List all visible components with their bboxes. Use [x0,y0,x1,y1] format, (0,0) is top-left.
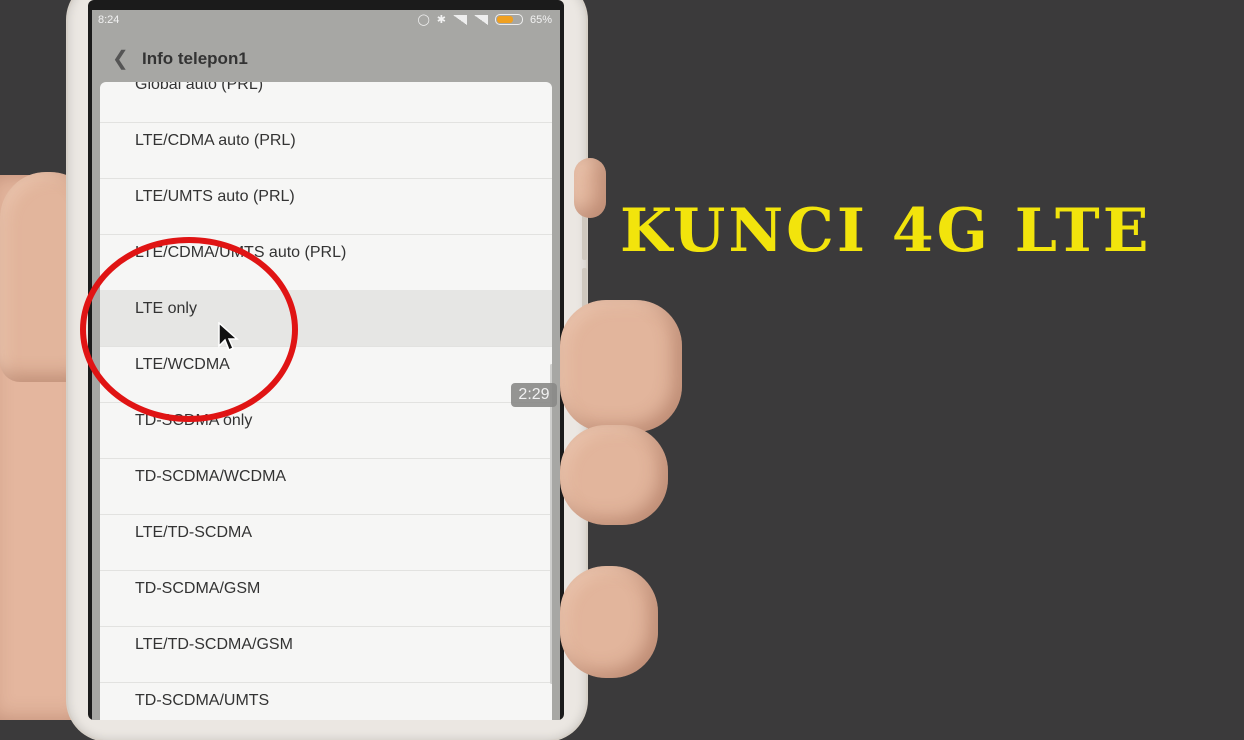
finger-ring [560,566,658,678]
list-item-label: TD-SCDMA/UMTS [135,692,270,709]
list-item-label: LTE/CDMA auto (PRL) [135,132,296,149]
list-item-label: TD-SCDMA/GSM [135,580,261,597]
page-title: Info telepon1 [142,49,248,68]
headline-text: KUNCI 4G LTE [620,196,1152,266]
finger-index [560,300,682,432]
list-item[interactable]: LTE/UMTS auto (PRL) [100,178,552,235]
list-item[interactable]: TD-SCDMA/UMTS [100,682,552,720]
list-item[interactable]: TD-SCDMA/WCDMA [100,458,552,515]
back-arrow-icon[interactable]: ❮ [112,46,129,71]
list-item[interactable]: LTE/TD-SCDMA [100,514,552,571]
finger-tip-top [574,158,606,218]
app-header: ❮ Info telepon1 [92,32,560,84]
list-item-label: Global auto (PRL) [135,82,264,93]
status-time: 8:24 [98,14,120,26]
list-item[interactable]: TD-SCDMA/GSM [100,570,552,627]
signal-icon-2 [473,14,488,25]
scrollbar[interactable] [550,364,552,684]
cursor-arrow-icon [218,322,239,352]
list-item-label: TD-SCDMA/WCDMA [135,468,287,485]
list-item-label: LTE/TD-SCDMA/GSM [135,636,293,653]
list-item-label: LTE/TD-SCDMA [135,524,253,541]
finger-middle [560,425,668,525]
status-bar: 8:24 ◯ ✱ 65% [92,10,560,32]
list-item[interactable]: LTE/TD-SCDMA/GSM [100,626,552,683]
bluetooth-icon: ✱ [436,14,446,26]
annotation-circle [80,237,298,422]
video-time-badge: 2:29 [511,383,557,407]
list-item[interactable]: Global auto (PRL) [100,82,552,123]
list-item[interactable]: LTE/CDMA auto (PRL) [100,122,552,179]
battery-icon [494,14,523,25]
list-item-label: LTE/UMTS auto (PRL) [135,188,295,205]
headphone-icon: ◯ [417,14,430,26]
signal-icon [452,14,467,25]
battery-percent: 65% [529,13,552,26]
